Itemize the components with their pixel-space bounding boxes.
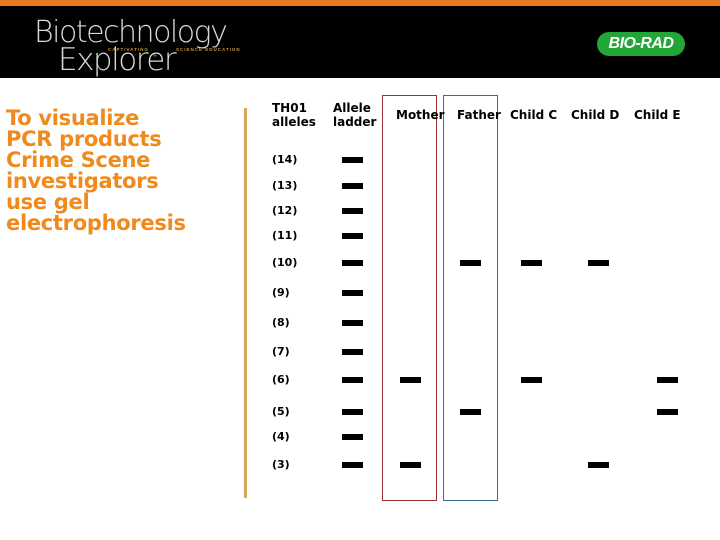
allele-row-label: (4) bbox=[272, 430, 290, 443]
ladder-band bbox=[342, 157, 363, 163]
ladder-band bbox=[342, 233, 363, 239]
mother-lane-box bbox=[382, 95, 437, 501]
allele-row-label: (8) bbox=[272, 316, 290, 329]
heading-line: electrophoresis bbox=[6, 211, 186, 235]
tagline-part-2: SCIENCE EDUCATION bbox=[176, 47, 241, 52]
ladder-band bbox=[342, 409, 363, 415]
bio-rad-logo: BIO-RAD bbox=[597, 32, 685, 56]
allele-row-label: (10) bbox=[272, 256, 298, 269]
ladder-band bbox=[342, 208, 363, 214]
ladder-header-line1: Allele bbox=[333, 101, 371, 115]
lane-header-child-c: Child C bbox=[510, 108, 558, 122]
band-child-c-allele-10 bbox=[521, 260, 542, 266]
ladder-band bbox=[342, 260, 363, 266]
heading-line: Crime Scene bbox=[6, 148, 151, 172]
trademark: ™ bbox=[152, 54, 157, 60]
ladder-band bbox=[342, 434, 363, 440]
lane-header-mother: Mother bbox=[396, 108, 445, 122]
lane-header-child-d: Child D bbox=[571, 108, 620, 122]
band-child-c-allele-6 bbox=[521, 377, 542, 383]
allele-row-label: (12) bbox=[272, 204, 298, 217]
allele-row-label: (7) bbox=[272, 345, 290, 358]
ladder-band bbox=[342, 183, 363, 189]
father-lane-box bbox=[443, 95, 498, 501]
allele-row-label: (14) bbox=[272, 153, 298, 166]
band-mother-allele-6 bbox=[400, 377, 421, 383]
th01-header-line2: alleles bbox=[272, 115, 316, 129]
band-father-allele-5 bbox=[460, 409, 481, 415]
heading-line: To visualize bbox=[6, 106, 140, 130]
lane-header-father: Father bbox=[457, 108, 501, 122]
ladder-header-line2: ladder bbox=[333, 115, 377, 129]
slide-heading: To visualize PCR products Crime Scene inves… bbox=[6, 108, 236, 234]
band-child-e-allele-6 bbox=[657, 377, 678, 383]
band-mother-allele-3 bbox=[400, 462, 421, 468]
accent-strip bbox=[0, 0, 720, 6]
heading-line: investigators bbox=[6, 169, 159, 193]
heading-line: use gel bbox=[6, 190, 90, 214]
band-child-d-allele-10 bbox=[588, 260, 609, 266]
allele-row-label: (11) bbox=[272, 229, 298, 242]
lane-header-child-e: Child E bbox=[634, 108, 681, 122]
allele-row-label: (6) bbox=[272, 373, 290, 386]
allele-row-label: (13) bbox=[272, 179, 298, 192]
ladder-header: Allele ladder bbox=[333, 101, 376, 129]
band-father-allele-10 bbox=[460, 260, 481, 266]
ladder-band bbox=[342, 290, 363, 296]
ladder-band bbox=[342, 462, 363, 468]
heading-line: PCR products bbox=[6, 127, 162, 151]
tagline-part-1: CAPTIVATING bbox=[108, 47, 149, 52]
band-child-d-allele-3 bbox=[588, 462, 609, 468]
allele-row-label: (3) bbox=[272, 458, 290, 471]
ladder-band bbox=[342, 377, 363, 383]
ladder-band bbox=[342, 320, 363, 326]
band-child-e-allele-5 bbox=[657, 409, 678, 415]
vertical-divider bbox=[244, 108, 247, 498]
header-banner: Biotechnology Explorer ™ CAPTIVATING SCI… bbox=[0, 0, 720, 78]
th01-header: TH01 alleles bbox=[272, 101, 316, 129]
th01-header-line1: TH01 bbox=[272, 101, 307, 115]
ladder-band bbox=[342, 349, 363, 355]
allele-row-label: (5) bbox=[272, 405, 290, 418]
allele-row-label: (9) bbox=[272, 286, 290, 299]
